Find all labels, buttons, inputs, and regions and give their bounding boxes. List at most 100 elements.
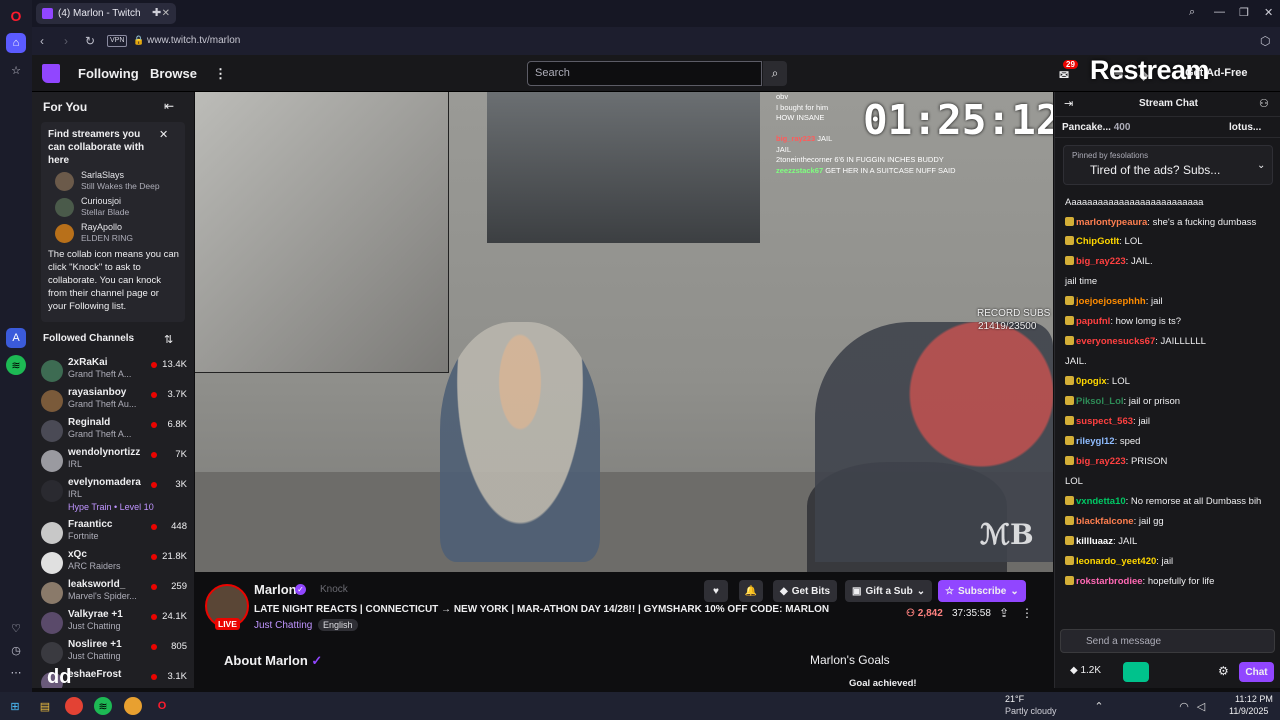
- minimize-icon[interactable]: —: [1214, 6, 1225, 18]
- chat-badge-icon[interactable]: [1065, 416, 1074, 425]
- followed-channel[interactable]: leaksworld_ Marvel's Spider... 259: [41, 578, 191, 608]
- chat-badge-icon[interactable]: [1065, 436, 1074, 445]
- chat-leaderboard[interactable]: Pancake... 400 lotus...: [1055, 117, 1280, 138]
- followed-channel[interactable]: Valkyrae +1 Just Chatting 24.1K: [41, 608, 191, 638]
- reload-icon[interactable]: ↻: [85, 34, 95, 48]
- chat-username[interactable]: ChipGotIt: [1076, 236, 1119, 247]
- forward-icon[interactable]: ›: [64, 34, 68, 48]
- chat-username[interactable]: suspect_563: [1076, 416, 1133, 427]
- follow-heart-button[interactable]: ♥: [704, 580, 728, 602]
- bookmarks-icon[interactable]: ☆: [6, 60, 26, 80]
- chat-badge-icon[interactable]: [1065, 456, 1074, 465]
- gift-icon[interactable]: [1123, 662, 1149, 682]
- streamer-name[interactable]: Marlon: [254, 582, 297, 597]
- close-tab-icon[interactable]: ✕: [162, 8, 170, 19]
- vpn-badge[interactable]: VPN: [107, 35, 128, 47]
- volume-icon[interactable]: ◁: [1192, 697, 1210, 715]
- history-icon[interactable]: ◷: [6, 640, 26, 660]
- collapse-chat-icon[interactable]: ⇥: [1064, 97, 1073, 110]
- more-options-icon[interactable]: ⋮: [1021, 606, 1033, 620]
- maximize-icon[interactable]: ❐: [1239, 6, 1249, 19]
- pinned-message[interactable]: Pinned by fesolations Tired of the ads? …: [1063, 145, 1273, 185]
- category-link[interactable]: Just Chatting: [254, 620, 312, 631]
- video-player[interactable]: obv I bought for him HOW INSANE big_ray2…: [195, 92, 1053, 572]
- chat-badge-icon[interactable]: [1065, 536, 1074, 545]
- chat-badge-icon[interactable]: [1065, 396, 1074, 405]
- chat-badge-icon[interactable]: [1065, 376, 1074, 385]
- chat-username[interactable]: leonardo_yeet420: [1076, 556, 1156, 567]
- followed-channel[interactable]: Nosliree +1 Just Chatting 805: [41, 638, 191, 668]
- chat-input[interactable]: Send a message: [1060, 629, 1275, 653]
- spotify-icon[interactable]: ≋: [6, 355, 26, 375]
- chat-badge-icon[interactable]: [1065, 316, 1074, 325]
- chat-username[interactable]: rileygl12: [1076, 436, 1115, 447]
- search-input[interactable]: Search: [527, 61, 762, 86]
- followed-channel[interactable]: 2xRaKai Grand Theft A... 13.4K: [41, 356, 191, 386]
- chat-badge-icon[interactable]: [1065, 516, 1074, 525]
- get-bits-button[interactable]: ◆ Get Bits: [773, 580, 838, 602]
- chrome-icon[interactable]: [65, 697, 83, 715]
- wifi-icon[interactable]: ◠: [1175, 697, 1193, 715]
- back-icon[interactable]: ‹: [40, 34, 44, 48]
- search-tabs-icon[interactable]: ⌕: [1189, 6, 1195, 19]
- aria-icon[interactable]: A: [6, 328, 26, 348]
- collapse-sidebar-icon[interactable]: ⇤: [164, 99, 174, 113]
- opera-logo-icon[interactable]: O: [6, 6, 26, 26]
- extensions-icon[interactable]: ⬡: [1260, 34, 1270, 48]
- chat-username[interactable]: vxndetta10: [1076, 496, 1126, 507]
- url-field[interactable]: www.twitch.tv/marlon: [147, 35, 240, 46]
- spotify-icon[interactable]: ≋: [94, 697, 112, 715]
- chat-badge-icon[interactable]: [1065, 336, 1074, 345]
- inbox-icon[interactable]: ✉: [1059, 68, 1069, 82]
- followed-channel[interactable]: wendolynortizz IRL 7K: [41, 446, 191, 476]
- chat-username[interactable]: Piksol_Lol: [1076, 396, 1124, 407]
- chat-username[interactable]: killluaaz: [1076, 536, 1113, 547]
- chat-badge-icon[interactable]: [1065, 217, 1074, 226]
- chat-username[interactable]: big_ray223: [1076, 256, 1126, 267]
- nav-more-icon[interactable]: ⋮: [214, 66, 227, 82]
- gift-sub-button[interactable]: ▣ Gift a Sub ⌄: [845, 580, 933, 602]
- chat-badge-icon[interactable]: [1065, 496, 1074, 505]
- notifications-button[interactable]: 🔔: [739, 580, 763, 602]
- followed-channel[interactable]: Fraanticc Fortnite 448: [41, 518, 191, 548]
- suggestion-item[interactable]: SarlaSlays Still Wakes the Deep: [55, 170, 185, 196]
- chat-username[interactable]: blackfalcone: [1076, 516, 1134, 527]
- clock-date[interactable]: 11/9/2025: [1229, 706, 1268, 716]
- close-window-icon[interactable]: ✕: [1264, 6, 1273, 19]
- chat-username[interactable]: marlontypeaura: [1076, 217, 1147, 228]
- followed-channel[interactable]: evelynomadera IRL Hype Train • Level 10 …: [41, 476, 191, 516]
- weather-condition[interactable]: Partly cloudy: [1005, 706, 1057, 716]
- chat-badge-icon[interactable]: [1065, 256, 1074, 265]
- nav-browse[interactable]: Browse: [150, 66, 197, 81]
- gear-icon[interactable]: ⚙: [1218, 664, 1229, 678]
- bits-balance[interactable]: ◆ 1.2K: [1070, 665, 1101, 676]
- chat-username[interactable]: joejoejosephhh: [1076, 296, 1146, 307]
- suggestion-item[interactable]: RayApollo ELDEN RING: [55, 222, 185, 248]
- chat-username[interactable]: big_ray223: [1076, 456, 1126, 467]
- twitch-logo-icon[interactable]: [42, 64, 60, 83]
- tray-chevron-icon[interactable]: ⌃: [1090, 697, 1108, 715]
- search-icon[interactable]: ⌕: [763, 61, 787, 86]
- opera-icon[interactable]: O: [153, 697, 171, 715]
- chat-badge-icon[interactable]: [1065, 576, 1074, 585]
- chat-badge-icon[interactable]: [1065, 556, 1074, 565]
- chat-username[interactable]: rokstarbrodiee: [1076, 576, 1143, 587]
- chrome-dev-icon[interactable]: [124, 697, 142, 715]
- get-ad-free-button[interactable]: Get Ad-Free: [1185, 67, 1248, 79]
- share-icon[interactable]: ⇪: [999, 606, 1009, 620]
- suggestion-item[interactable]: Curiousjoi Stellar Blade: [55, 196, 185, 222]
- weather-temp[interactable]: 21°F: [1005, 694, 1024, 704]
- heart-icon[interactable]: ♡: [6, 618, 26, 638]
- chat-username[interactable]: 0pogix: [1076, 376, 1107, 387]
- chat-badge-icon[interactable]: [1065, 296, 1074, 305]
- knock-button[interactable]: Knock: [320, 584, 348, 595]
- chevron-down-icon[interactable]: ⌄: [1257, 160, 1265, 171]
- new-tab-icon[interactable]: ✚: [152, 6, 161, 19]
- followed-channel[interactable]: xQc ARC Raiders 21.8K: [41, 548, 191, 578]
- more-icon[interactable]: ⋯: [6, 662, 26, 682]
- followed-channel[interactable]: rayasianboy Grand Theft Au... 3.7K: [41, 386, 191, 416]
- chat-badge-icon[interactable]: [1065, 236, 1074, 245]
- chat-username[interactable]: everyonesucks67: [1076, 336, 1155, 347]
- sort-icon[interactable]: ⇅: [164, 333, 173, 346]
- chat-send-button[interactable]: Chat: [1239, 662, 1274, 682]
